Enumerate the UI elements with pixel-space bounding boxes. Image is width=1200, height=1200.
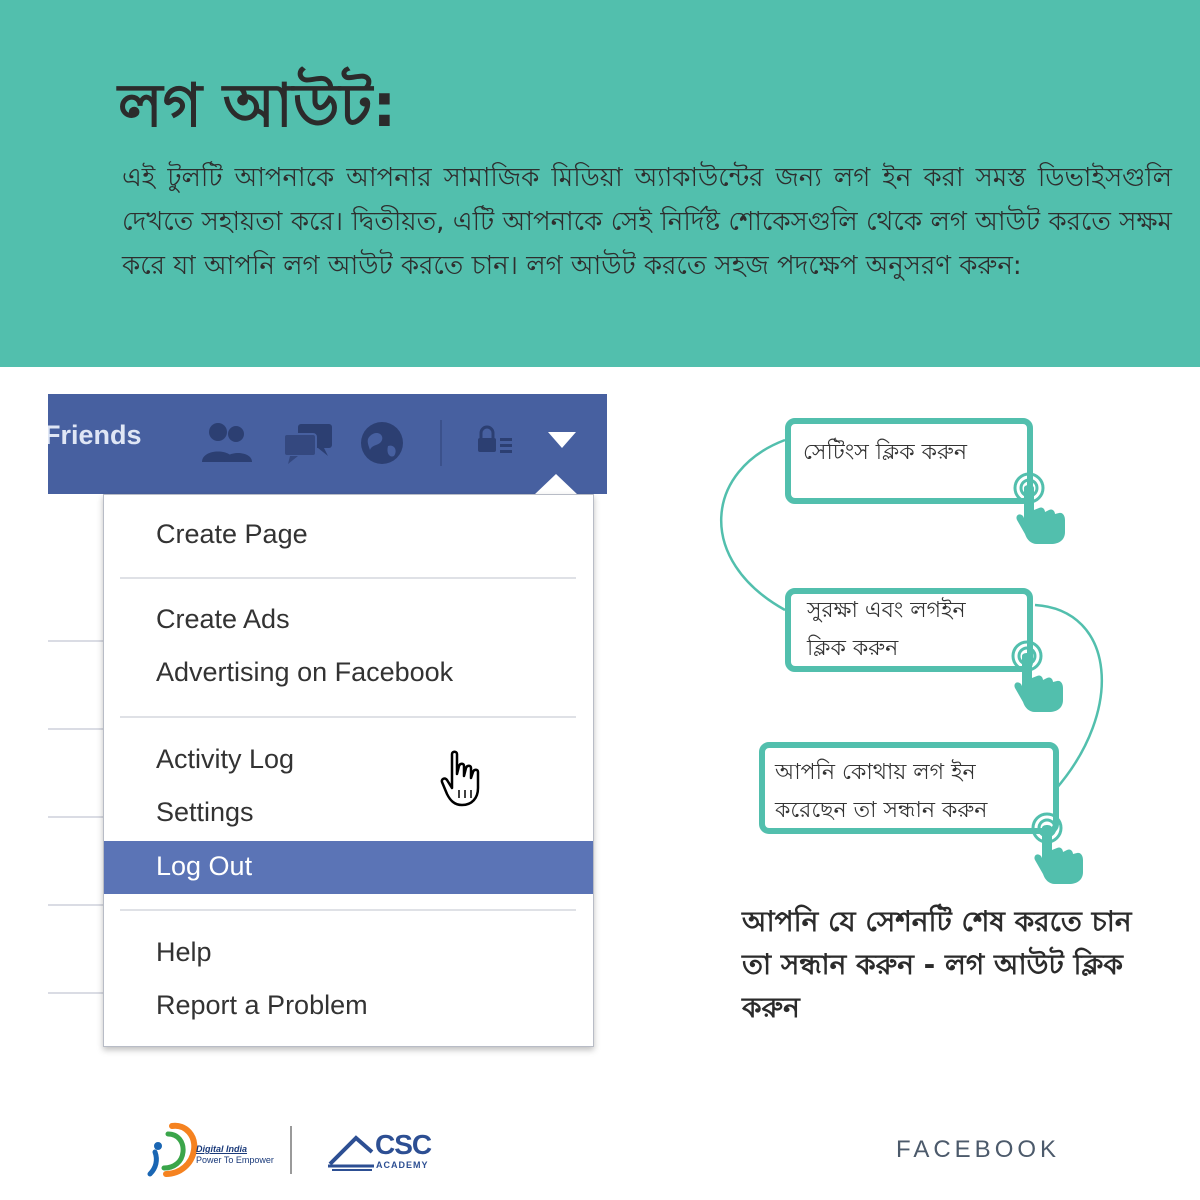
menu-item-report-problem[interactable]: Report a Problem: [156, 990, 368, 1021]
friend-requests-icon[interactable]: [198, 418, 254, 468]
background-divider: [48, 904, 104, 906]
pointer-hand-icon: [440, 750, 480, 807]
messages-icon[interactable]: [280, 418, 336, 468]
intro-paragraph: এই টুলটি আপনাকে আপনার সামাজিক মিডিয়া অ্…: [122, 163, 1172, 281]
digital-india-text: Digital India Power To Empower: [196, 1144, 274, 1165]
steps-flow: সেটিংস ক্লিক করুন সুরক্ষা এবং লগইন ক্লিক…: [715, 410, 1135, 890]
tap-hand-icon: [1031, 812, 1083, 884]
menu-item-settings[interactable]: Settings: [156, 797, 254, 828]
menu-item-create-page[interactable]: Create Page: [156, 519, 308, 550]
menu-item-log-out[interactable]: Log Out: [104, 841, 593, 894]
menu-item-help[interactable]: Help: [156, 937, 212, 968]
tap-hand-icon: [1013, 472, 1065, 544]
page-title: লগ আউট:: [118, 71, 397, 141]
background-divider: [48, 728, 104, 730]
header-band: লগ আউট: এই টুলটি আপনাকে আপনার সামাজিক মি…: [0, 0, 1200, 367]
menu-item-log-out-label: Log Out: [156, 851, 253, 881]
account-menu-chevron-down-icon[interactable]: [548, 432, 576, 448]
menu-item-advertising[interactable]: Advertising on Facebook: [156, 657, 453, 688]
background-divider: [48, 816, 104, 818]
menu-separator: [120, 716, 576, 718]
notifications-globe-icon[interactable]: [354, 418, 410, 468]
friends-nav-label[interactable]: Friends: [48, 420, 142, 451]
infographic-page: লগ আউট: এই টুলটি আপনাকে আপনার সামাজিক মি…: [0, 0, 1200, 1200]
menu-item-activity-log[interactable]: Activity Log: [156, 744, 294, 775]
menu-separator: [120, 909, 576, 911]
final-instruction: আপনি যে সেশনটি শেষ করতে চান তা সন্ধান কর…: [742, 905, 1132, 1024]
facebook-top-bar: Friends: [48, 394, 607, 494]
step-3-text: আপনি কোথায় লগ ইন করেছেন তা সন্ধান করুন: [775, 760, 988, 823]
csc-logo-subtext: ACADEMY: [376, 1160, 429, 1170]
csc-logo-text: CSC: [375, 1129, 432, 1160]
footer-divider: [290, 1126, 292, 1174]
privacy-shortcuts-icon[interactable]: [468, 418, 520, 468]
footer-brand: FACEBOOK: [896, 1136, 1061, 1163]
background-divider: [48, 640, 104, 642]
tap-hand-icon: [1011, 640, 1063, 712]
background-divider: [48, 992, 104, 994]
step-2-text: সুরক্ষা এবং লগইন ক্লিক করুন: [807, 598, 966, 661]
account-dropdown-menu: Create Page Create Ads Advertising on Fa…: [103, 494, 594, 1047]
facebook-screenshot: Friends Create Page Create Ads Advertisi…: [48, 394, 607, 1058]
nav-divider: [440, 420, 442, 466]
menu-item-create-ads[interactable]: Create Ads: [156, 604, 290, 635]
menu-pointer: [534, 474, 578, 495]
step-1-text: সেটিংস ক্লিক করুন: [803, 440, 968, 465]
menu-separator: [120, 577, 576, 579]
